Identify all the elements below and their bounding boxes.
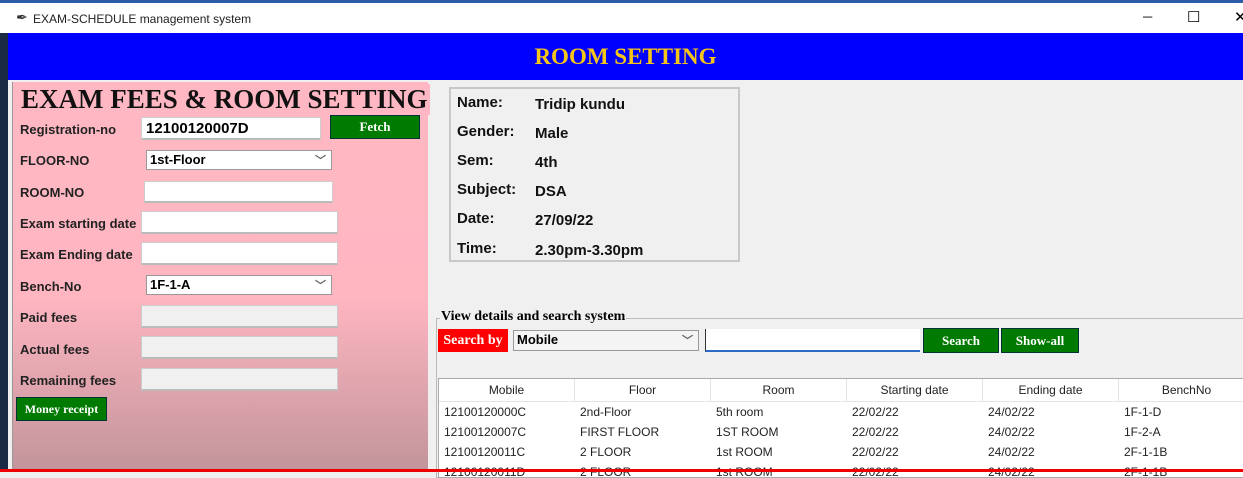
fetch-button[interactable]: Fetch xyxy=(330,115,420,139)
window-title: EXAM-SCHEDULE management system xyxy=(33,12,252,26)
show-all-button[interactable]: Show-all xyxy=(1001,328,1079,353)
info-label: Name: xyxy=(457,94,503,111)
paid-fees-input[interactable] xyxy=(141,305,338,328)
info-label: Time: xyxy=(457,240,497,257)
table-cell: 1st ROOM xyxy=(716,445,773,459)
search-by-label: Search by xyxy=(438,329,508,352)
table-cell: 5th room xyxy=(716,405,764,419)
floor-select[interactable]: 1st-Floor ﹀ xyxy=(146,150,332,170)
room-label: ROOM-NO xyxy=(20,185,85,200)
registration-label: Registration-no xyxy=(20,122,117,137)
page-title: ROOM SETTING xyxy=(534,44,717,69)
end-date-label: Exam Ending date xyxy=(20,247,133,262)
table-cell: 12100120000C xyxy=(444,405,527,419)
student-info-box xyxy=(449,87,740,262)
money-receipt-button[interactable]: Money receipt xyxy=(16,397,107,421)
room-input[interactable] xyxy=(144,181,333,203)
table-row[interactable]: 12100120000C 2nd-Floor 5th room 22/02/22 24/… xyxy=(439,402,1243,422)
info-value: 27/09/22 xyxy=(535,212,594,229)
end-date-input[interactable] xyxy=(141,242,338,265)
registration-input[interactable]: 12100120007D xyxy=(141,117,321,140)
remaining-fees-input[interactable] xyxy=(141,368,338,391)
maximize-button[interactable]: ☐ xyxy=(1187,8,1200,26)
table-cell: 1F-1-D xyxy=(1124,405,1162,419)
records-table: Mobile Floor Room Starting date Ending date B… xyxy=(438,378,1243,478)
floor-value: 1st-Floor xyxy=(150,152,206,167)
remaining-fees-label: Remaining fees xyxy=(20,373,117,388)
bench-label: Bench-No xyxy=(20,279,82,294)
table-cell: 24/02/22 xyxy=(988,425,1035,439)
table-cell: 2nd-Floor xyxy=(580,405,632,419)
info-value: Tridip kundu xyxy=(535,96,625,113)
info-value: 4th xyxy=(535,154,558,171)
info-label: Date: xyxy=(457,210,495,227)
close-button[interactable]: ✕ xyxy=(1234,8,1243,26)
table-row[interactable]: 12100120007C FIRST FLOOR 1ST ROOM 22/02/22 2… xyxy=(439,422,1243,442)
actual-fees-input[interactable] xyxy=(141,336,338,359)
bench-select[interactable]: 1F-1-A ﹀ xyxy=(146,275,332,295)
table-cell: 12100120007C xyxy=(444,425,527,439)
table-cell: 22/02/22 xyxy=(852,405,899,419)
floor-label: FLOOR-NO xyxy=(20,153,90,168)
column-header[interactable]: Ending date xyxy=(983,379,1119,401)
panel-title: EXAM FEES & ROOM SETTING xyxy=(19,84,430,115)
window-edge xyxy=(0,33,8,472)
table-row[interactable]: 12100120011C 2 FLOOR 1st ROOM 22/02/22 24/02… xyxy=(439,442,1243,462)
title-bar: ✒ EXAM-SCHEDULE management system ─ ☐ ✕ xyxy=(0,0,1243,33)
start-date-label: Exam starting date xyxy=(20,216,137,231)
table-cell: FIRST FLOOR xyxy=(580,425,660,439)
column-header[interactable]: BenchNo xyxy=(1119,379,1243,401)
table-cell: 2 FLOOR xyxy=(580,445,632,459)
search-input[interactable] xyxy=(705,329,920,352)
info-value: 2.30pm-3.30pm xyxy=(535,242,644,259)
bench-value: 1F-1-A xyxy=(150,277,191,292)
info-label: Gender: xyxy=(457,123,515,140)
chevron-down-icon: ﹀ xyxy=(682,335,693,347)
actual-fees-label: Actual fees xyxy=(20,342,90,357)
info-label: Sem: xyxy=(457,152,494,169)
info-value: DSA xyxy=(535,183,567,200)
table-cell: 1ST ROOM xyxy=(716,425,779,439)
column-header[interactable]: Room xyxy=(711,379,847,401)
table-cell: 2F-1-1B xyxy=(1124,445,1168,459)
info-label: Subject: xyxy=(457,181,517,198)
table-cell: 22/02/22 xyxy=(852,445,899,459)
chevron-down-icon: ﹀ xyxy=(315,155,326,167)
table-cell: 12100120011C xyxy=(444,445,526,459)
search-button[interactable]: Search xyxy=(923,328,999,353)
search-field-value: Mobile xyxy=(517,332,559,347)
table-cell: 24/02/22 xyxy=(988,405,1035,419)
feather-icon: ✒ xyxy=(16,9,28,25)
info-value: Male xyxy=(535,125,569,142)
header-banner: ROOM SETTING xyxy=(8,33,1243,80)
table-header: Mobile Floor Room Starting date Ending date B… xyxy=(439,379,1243,402)
minimize-button[interactable]: ─ xyxy=(1143,9,1152,24)
table-cell: 22/02/22 xyxy=(852,425,899,439)
column-header[interactable]: Mobile xyxy=(439,379,575,401)
column-header[interactable]: Floor xyxy=(575,379,711,401)
chevron-down-icon: ﹀ xyxy=(315,280,326,292)
search-frame-title: View details and search system xyxy=(440,309,627,325)
column-header[interactable]: Starting date xyxy=(847,379,983,401)
paid-fees-label: Paid fees xyxy=(20,310,78,325)
search-field-select[interactable]: Mobile ﹀ xyxy=(513,330,699,351)
table-cell: 1F-2-A xyxy=(1124,425,1161,439)
table-cell: 24/02/22 xyxy=(988,445,1035,459)
start-date-input[interactable] xyxy=(141,211,338,234)
